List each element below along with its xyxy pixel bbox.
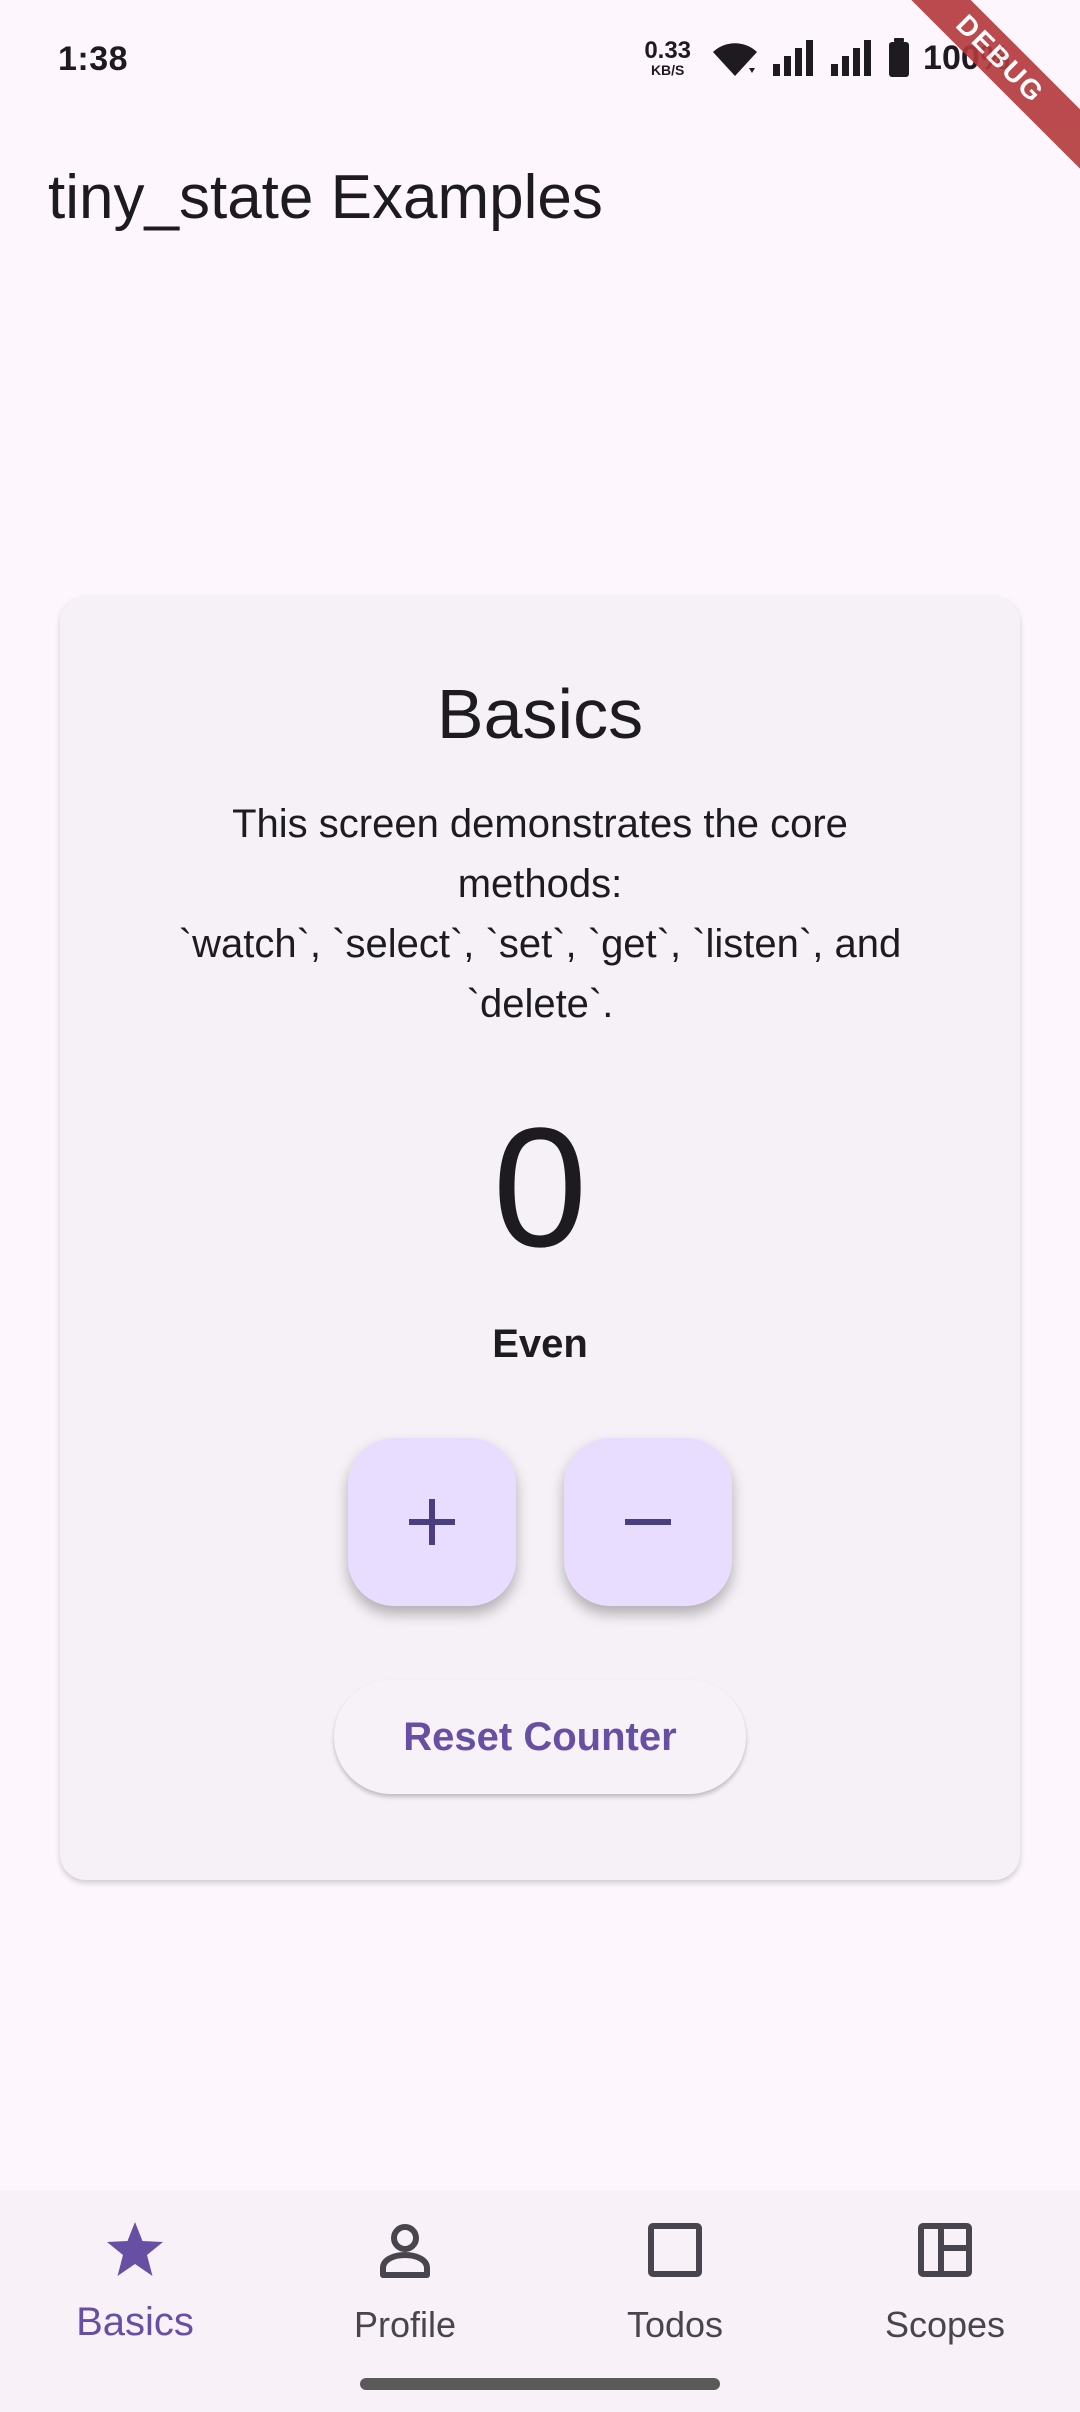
page-title: tiny_state Examples [48, 163, 603, 232]
nav-label-todos: Todos [626, 2304, 724, 2345]
star-icon [107, 2222, 163, 2276]
nav-item-basics[interactable]: Basics [0, 2190, 270, 2380]
person-icon [380, 2224, 430, 2278]
battery-icon [889, 38, 910, 77]
wifi-icon [713, 43, 758, 76]
gesture-handle[interactable] [360, 2378, 720, 2390]
increment-button[interactable] [348, 1438, 516, 1606]
card-title: Basics [436, 675, 644, 753]
decrement-button[interactable] [564, 1438, 732, 1606]
nav-label-basics: Basics [76, 2300, 194, 2344]
square-icon [648, 2223, 702, 2277]
network-speed-unit: KB/S [650, 62, 685, 78]
basics-card: Basics This screen demonstrates the core… [60, 596, 1020, 1880]
nav-label-scopes: Scopes [884, 2304, 1006, 2345]
remove-icon [625, 1519, 671, 1525]
layout-icon [918, 2223, 972, 2277]
parity-label: Even [492, 1322, 588, 1366]
status-bar: 1:38 0.33 KB/S 100% [0, 0, 1080, 120]
counter-value: 0 [492, 1093, 588, 1283]
signal-icon [831, 40, 872, 76]
reset-counter-button[interactable]: Reset Counter [334, 1680, 746, 1794]
nav-label-profile: Profile [353, 2304, 457, 2345]
nav-item-scopes[interactable]: Scopes [810, 2190, 1080, 2380]
status-time: 1:38 [58, 40, 129, 78]
signal-icon [773, 40, 814, 76]
nav-item-profile[interactable]: Profile [270, 2190, 540, 2380]
add-icon [409, 1499, 455, 1545]
network-speed-value: 0.33 [644, 37, 692, 64]
nav-item-todos[interactable]: Todos [540, 2190, 810, 2380]
card-description: This screen demonstrates the core method… [178, 802, 902, 1026]
network-speed: 0.33 KB/S [644, 37, 692, 78]
